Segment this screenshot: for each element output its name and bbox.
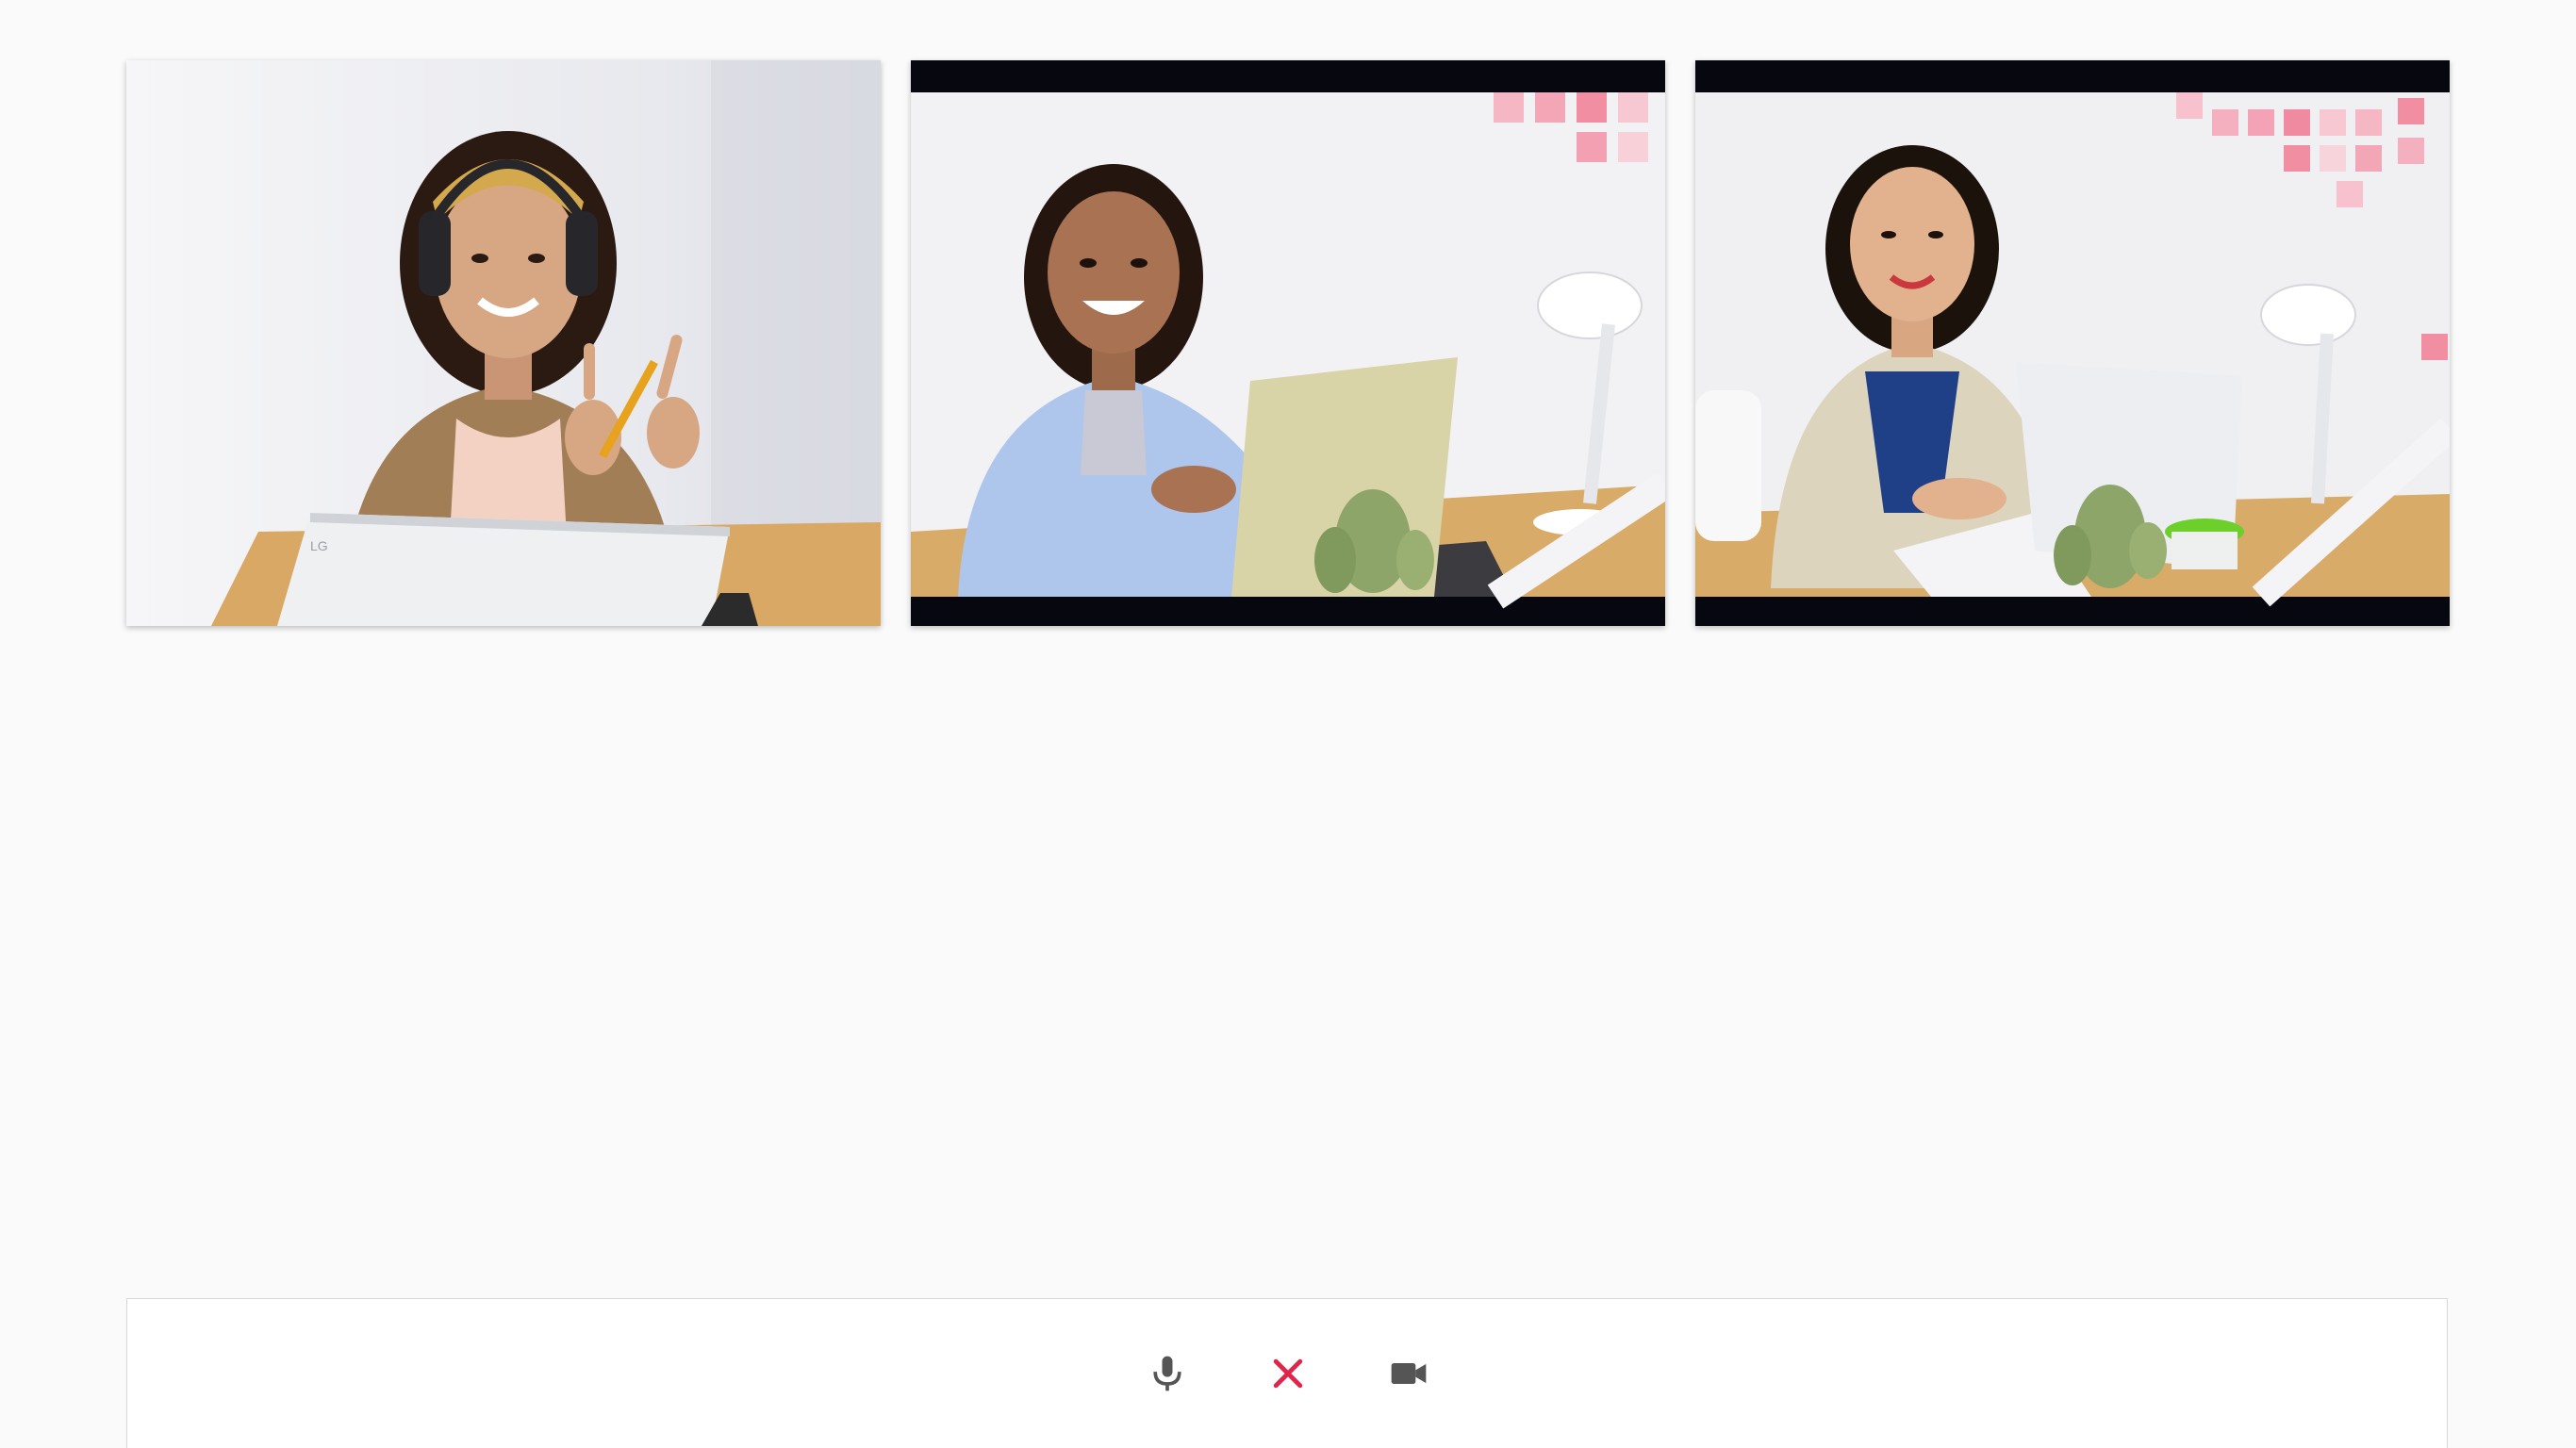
microphone-icon (1153, 1356, 1181, 1391)
end-call-button[interactable] (1263, 1348, 1313, 1399)
participant-video-1: LG (126, 60, 881, 626)
video-grid: LG (0, 0, 2576, 1448)
close-icon (1273, 1358, 1303, 1389)
video-camera-icon (1391, 1363, 1427, 1384)
participant-video-3 (1695, 60, 2450, 626)
call-controls-bar (126, 1298, 2448, 1448)
svg-text:LG: LG (310, 538, 328, 553)
video-tile-participant-3[interactable] (1695, 60, 2450, 626)
video-tile-participant-2[interactable] (911, 60, 1665, 626)
participant-video-2 (911, 60, 1665, 626)
video-tile-participant-1[interactable]: LG (126, 60, 881, 626)
mute-microphone-button[interactable] (1142, 1348, 1193, 1399)
toggle-camera-button[interactable] (1383, 1348, 1434, 1399)
